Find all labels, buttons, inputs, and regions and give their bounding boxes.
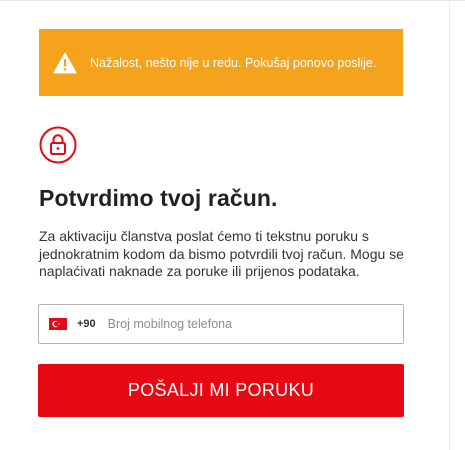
verification-description: Za aktivaciju članstva poslat ćemo ti te… xyxy=(39,228,404,279)
send-message-button[interactable]: POŠALJI MI PORUKU xyxy=(38,364,404,417)
top-divider xyxy=(0,0,465,1)
country-code: +90 xyxy=(77,318,96,330)
lock-badge xyxy=(39,126,77,164)
phone-number-input[interactable] xyxy=(107,309,403,339)
phone-number-field: +90 xyxy=(38,304,404,344)
country-code-selector[interactable]: +90 xyxy=(39,305,108,343)
lock-icon xyxy=(39,126,77,164)
error-alert: Nažalost, nešto nije u redu. Pokušaj pon… xyxy=(39,29,403,96)
alert-message: Nažalost, nešto nije u redu. Pokušaj pon… xyxy=(90,55,377,70)
warning-triangle-icon xyxy=(53,52,77,73)
turkey-flag-icon xyxy=(49,318,67,330)
right-divider xyxy=(449,0,450,450)
page-title: Potvrdimo tvoj račun. xyxy=(39,185,278,211)
